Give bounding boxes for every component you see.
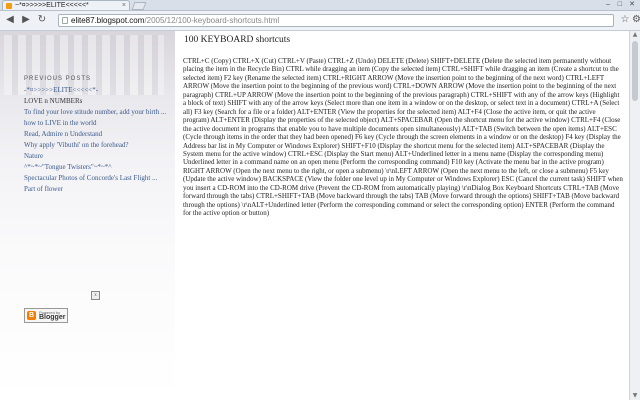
browser-toolbar: ◀ ▶ ↻ elite87.blogspot.com/2005/12/100-k… xyxy=(0,11,640,31)
tab-active[interactable]: ~*¤>>>>>ELITE<<<<<* × xyxy=(2,0,130,10)
scroll-up-icon[interactable]: ▲ xyxy=(630,31,640,39)
maximize-icon[interactable]: □ xyxy=(618,0,622,9)
sidebar-post-link[interactable]: Spectacular Photos of Concorde's Last Fl… xyxy=(24,174,169,183)
post-body: CTRL+C (Copy) CTRL+X (Cut) CTRL+V (Paste… xyxy=(183,57,623,218)
tab-title: ~*¤>>>>>ELITE<<<<<* xyxy=(15,2,89,9)
broken-image-icon: x xyxy=(91,291,100,300)
settings-wrench-icon[interactable]: ⚙ xyxy=(632,14,640,25)
sidebar-post-link[interactable]: LOVE n NUMBERs xyxy=(24,97,169,106)
sidebar-post-link[interactable]: Part of flower xyxy=(24,185,169,194)
previous-posts-heading: PREVIOUS POSTS xyxy=(24,76,92,82)
sidebar: PREVIOUS POSTS -*¤>>>>>ELITE<<<<<*- LOVE… xyxy=(24,75,169,196)
page-icon xyxy=(62,17,68,24)
sidebar-post-link[interactable]: To find your love stitude number, add yo… xyxy=(24,108,169,117)
page-scrollbar[interactable]: ▲ ▼ xyxy=(629,31,640,400)
scroll-thumb[interactable] xyxy=(632,41,638,101)
new-tab-button[interactable] xyxy=(131,2,147,10)
post-title: 100 KEYBOARD shortcuts xyxy=(184,35,291,45)
blogger-logo-icon: B xyxy=(27,311,36,320)
post-content: 100 KEYBOARD shortcuts CTRL+C (Copy) CTR… xyxy=(183,34,623,218)
tab-strip: ~*¤>>>>>ELITE<<<<<* × – □ ✕ xyxy=(0,0,640,11)
sidebar-post-link[interactable]: Nature xyxy=(24,152,169,161)
minimize-icon[interactable]: – xyxy=(606,0,610,9)
sidebar-post-link[interactable]: how to LIVE in the world xyxy=(24,119,169,128)
url-host: elite87.blogspot.com xyxy=(71,16,145,25)
reload-icon[interactable]: ↻ xyxy=(36,14,48,26)
scroll-down-icon[interactable]: ▼ xyxy=(630,392,640,400)
sidebar-post-link[interactable]: Why apply 'Vibuthi' on the forehead? xyxy=(24,141,169,150)
sidebar-post-link[interactable]: Read, Admire n Understand xyxy=(24,130,169,139)
tab-close-icon[interactable]: × xyxy=(122,1,126,10)
blogger-label: Blogger xyxy=(39,314,66,321)
back-icon[interactable]: ◀ xyxy=(4,14,16,26)
sidebar-post-link[interactable]: -*¤>>>>>ELITE<<<<<*- xyxy=(24,86,169,95)
close-window-icon[interactable]: ✕ xyxy=(629,0,635,9)
sidebar-post-link[interactable]: ^*~*~"Tongue Twisters"~*~*^ xyxy=(24,163,169,172)
url-path: /2005/12/100-keyboard-shortcuts.html xyxy=(144,16,280,25)
bookmark-star-icon[interactable]: ☆ xyxy=(619,14,631,26)
blogger-favicon-icon xyxy=(6,3,12,9)
address-bar[interactable]: elite87.blogspot.com/2005/12/100-keyboar… xyxy=(58,14,614,27)
forward-icon[interactable]: ▶ xyxy=(20,14,32,26)
web-page: PREVIOUS POSTS -*¤>>>>>ELITE<<<<<*- LOVE… xyxy=(0,31,640,400)
powered-by-blogger-badge[interactable]: B Powered by Blogger xyxy=(24,308,68,323)
